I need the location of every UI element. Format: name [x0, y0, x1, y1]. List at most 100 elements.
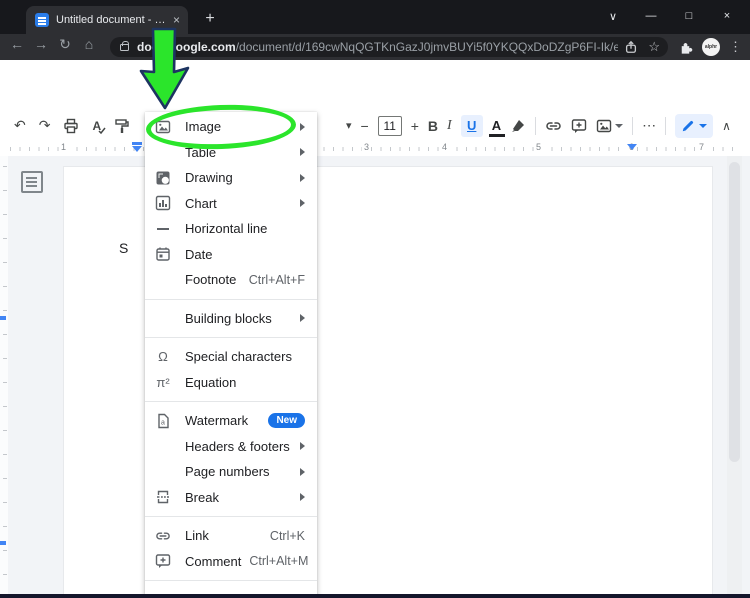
menu-item-label: Date: [185, 246, 213, 262]
date-icon: [155, 246, 171, 262]
spellcheck-icon[interactable]: A: [92, 119, 106, 134]
docs-header: Untitled document ☆ File Edit View Inser…: [0, 60, 750, 169]
browser-tab[interactable]: Untitled document - Google Doc ×: [26, 6, 188, 34]
submenu-arrow-icon: [300, 314, 305, 323]
ruler-number: 7: [697, 142, 707, 152]
vertical-scrollbar[interactable]: [727, 156, 742, 598]
styles-dropdown-caret-icon[interactable]: ▾: [346, 119, 352, 132]
watermark-icon: a: [155, 413, 171, 429]
menu-item-label: Comment: [185, 553, 242, 569]
menu-item-label: Table: [185, 144, 217, 160]
increase-font-size-button[interactable]: +: [411, 118, 419, 134]
forward-icon[interactable]: →: [30, 36, 52, 52]
italic-button[interactable]: I: [447, 118, 452, 134]
undo-icon[interactable]: ↶: [14, 117, 26, 134]
underline-button[interactable]: U: [460, 114, 483, 137]
maximize-button[interactable]: □: [670, 10, 708, 22]
minimize-button[interactable]: —: [632, 10, 670, 22]
menu-separator: [145, 298, 317, 300]
menu-item-shortcut: Ctrl+K: [269, 528, 305, 543]
menu-item-page-numbers[interactable]: Page numbers: [145, 459, 317, 485]
menu-item-building-blocks[interactable]: Building blocks: [145, 306, 317, 332]
paint-format-icon[interactable]: [114, 118, 130, 134]
reload-icon[interactable]: ↻: [54, 36, 76, 53]
menu-separator: [145, 337, 317, 338]
google-docs-window: Untitled document - Google Doc × + ∨ — □…: [0, 0, 750, 598]
share-page-icon[interactable]: [624, 40, 638, 54]
insert-link-icon[interactable]: [545, 118, 562, 134]
drawing-icon: [155, 170, 171, 186]
tab-title: Untitled document - Google Doc: [56, 14, 169, 26]
browser-titlebar: Untitled document - Google Doc × + ∨ — □…: [0, 0, 750, 34]
top-margin-marker[interactable]: [0, 316, 6, 320]
menu-item-image[interactable]: Image: [145, 114, 317, 140]
back-icon[interactable]: ←: [6, 36, 28, 52]
hide-menus-chevron-icon[interactable]: ∧: [722, 119, 731, 133]
home-icon[interactable]: ⌂: [78, 36, 100, 52]
tab-search-icon[interactable]: ∨: [594, 10, 632, 23]
image-icon: [155, 119, 171, 135]
omega-icon: Ω: [158, 349, 168, 365]
menu-item-label: Page numbers: [185, 464, 270, 480]
browser-navbar: ← → ↻ ⌂ docs.google.com/document/d/169cw…: [0, 34, 750, 60]
insert-menu-dropdown: Image Table Drawing Chart Horizontal lin…: [145, 112, 317, 598]
menu-item-special-characters[interactable]: Ω Special characters: [145, 344, 317, 370]
editing-mode-button[interactable]: [675, 113, 714, 138]
menu-separator: [145, 580, 317, 581]
browser-menu-icon[interactable]: ⋮: [729, 39, 748, 55]
redo-icon[interactable]: ↷: [39, 117, 51, 134]
horizontal-ruler[interactable]: 1 2 3 4 5 6 7: [0, 141, 750, 156]
menu-item-label: Building blocks: [185, 310, 272, 326]
menu-item-table[interactable]: Table: [145, 140, 317, 166]
right-indent-marker[interactable]: [627, 144, 637, 150]
window-controls: ∨ — □ ×: [594, 0, 746, 32]
text-color-button[interactable]: A: [488, 118, 506, 137]
bookmark-star-icon[interactable]: ☆: [648, 39, 660, 55]
new-tab-button[interactable]: +: [198, 8, 222, 32]
menu-item-link[interactable]: Link Ctrl+K: [145, 523, 317, 549]
menu-item-equation[interactable]: π² Equation: [145, 370, 317, 396]
menu-item-label: Equation: [185, 374, 237, 390]
font-size-input[interactable]: 11: [377, 115, 402, 136]
insert-image-button[interactable]: [596, 118, 624, 134]
ruler-number: 4: [440, 142, 450, 152]
pencil-edit-icon: [682, 120, 694, 131]
ruler-number: 5: [534, 142, 544, 152]
show-document-outline-icon[interactable]: [21, 171, 43, 193]
menu-item-label: Headers & footers: [185, 438, 290, 454]
menu-item-chart[interactable]: Chart: [145, 191, 317, 217]
more-toolbar-options-icon[interactable]: ⋯: [642, 117, 656, 134]
first-line-indent-marker[interactable]: [132, 142, 142, 145]
menu-item-horizontal-line[interactable]: Horizontal line: [145, 216, 317, 242]
menu-item-footnote[interactable]: Footnote Ctrl+Alt+F: [145, 267, 317, 293]
tab-close-icon[interactable]: ×: [173, 13, 180, 27]
menu-item-watermark[interactable]: a Watermark New: [145, 408, 317, 434]
menu-item-date[interactable]: Date: [145, 242, 317, 268]
menu-item-headers-footers[interactable]: Headers & footers: [145, 434, 317, 460]
page-url[interactable]: docs.google.com/document/d/169cwNqQGTKnG…: [137, 40, 618, 54]
extensions-puzzle-icon[interactable]: [678, 40, 693, 55]
document-text-fragment[interactable]: S: [119, 240, 128, 256]
bottom-margin-marker[interactable]: [0, 541, 6, 545]
menu-item-comment[interactable]: Comment Ctrl+Alt+M: [145, 549, 317, 575]
menu-item-drawing[interactable]: Drawing: [145, 165, 317, 191]
close-button[interactable]: ×: [708, 10, 746, 22]
address-bar[interactable]: docs.google.com/document/d/169cwNqQGTKnG…: [110, 37, 668, 57]
submenu-arrow-icon: [300, 148, 305, 157]
left-indent-marker[interactable]: [132, 146, 142, 152]
menu-item-shortcut: Ctrl+Alt+F: [248, 272, 305, 287]
print-icon[interactable]: [63, 118, 79, 134]
vertical-ruler[interactable]: [0, 156, 8, 598]
highlight-color-icon[interactable]: [510, 118, 526, 134]
menu-item-break[interactable]: Break: [145, 485, 317, 511]
menu-separator: [145, 516, 317, 517]
profile-avatar[interactable]: alphr: [702, 38, 720, 56]
add-comment-icon[interactable]: [571, 118, 587, 134]
horizontal-line-icon: [155, 221, 171, 237]
bold-button[interactable]: B: [428, 118, 438, 134]
menu-item-label: Image: [185, 119, 222, 135]
menu-item-label: Drawing: [185, 170, 233, 186]
decrease-font-size-button[interactable]: −: [361, 118, 369, 134]
scrollbar-thumb[interactable]: [729, 162, 740, 462]
submenu-arrow-icon: [300, 199, 305, 208]
